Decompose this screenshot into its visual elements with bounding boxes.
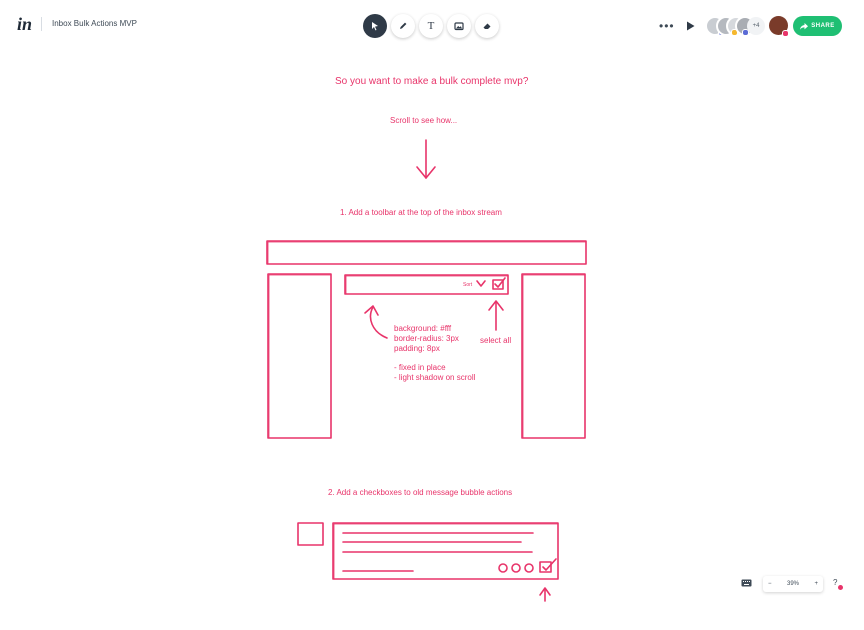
- step-1-label: 1. Add a toolbar at the top of the inbox…: [340, 208, 502, 217]
- left-sidebar-box: [267, 273, 332, 439]
- style-note-line: background: #fff: [394, 324, 452, 333]
- inbox-header-box: [266, 240, 587, 265]
- zoom-control: − 39% +: [763, 576, 823, 592]
- select-all-label: select all: [480, 336, 512, 345]
- checkmark-icon: [542, 558, 557, 571]
- sort-label: Sort: [463, 282, 473, 288]
- zoom-in-button[interactable]: +: [814, 581, 818, 587]
- zoom-out-button[interactable]: −: [768, 581, 772, 587]
- keyboard-icon[interactable]: [741, 579, 752, 587]
- style-note-line: border-radius: 3px: [394, 334, 459, 343]
- sort-chevron-icon: [476, 280, 486, 287]
- notification-dot: [838, 585, 843, 590]
- toolbar-box: [344, 274, 509, 295]
- whiteboard-sketch[interactable]: [0, 0, 864, 630]
- behavior-note-line: - fixed in place: [394, 363, 446, 372]
- avatar-placeholder-box: [297, 522, 324, 546]
- help-button[interactable]: ?: [833, 578, 837, 587]
- sketch-heading: So you want to make a bulk complete mvp?: [335, 76, 529, 87]
- step-2-label: 2. Add a checkboxes to old message bubbl…: [328, 488, 513, 497]
- behavior-note-line: - light shadow on scroll: [394, 373, 476, 382]
- scroll-hint: Scroll to see how...: [390, 116, 458, 125]
- zoom-level[interactable]: 39%: [787, 581, 799, 587]
- style-note-line: padding: 8px: [394, 344, 440, 353]
- action-circle: [498, 563, 508, 573]
- action-circle: [511, 563, 521, 573]
- action-circle: [524, 563, 534, 573]
- curved-arrow-shaft: [369, 306, 388, 339]
- right-sidebar-box: [521, 273, 586, 439]
